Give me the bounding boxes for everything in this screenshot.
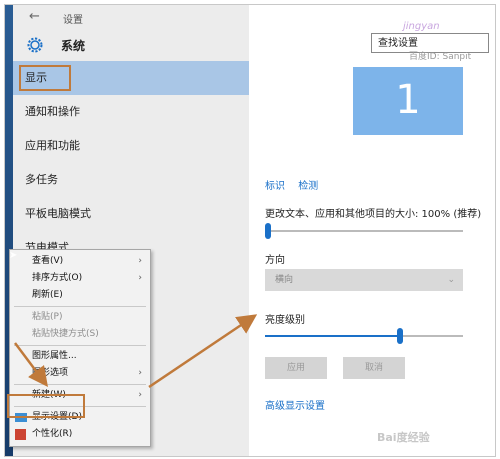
settings-window: ← 设置 系统 显示 通知和操作 应用和功能 多任务 平板电脑模式 节电模式 查… <box>4 4 496 457</box>
annotation-arrows <box>14 314 258 389</box>
arrow-to-brightness <box>148 314 258 389</box>
arrow-to-display-settings <box>14 342 48 387</box>
